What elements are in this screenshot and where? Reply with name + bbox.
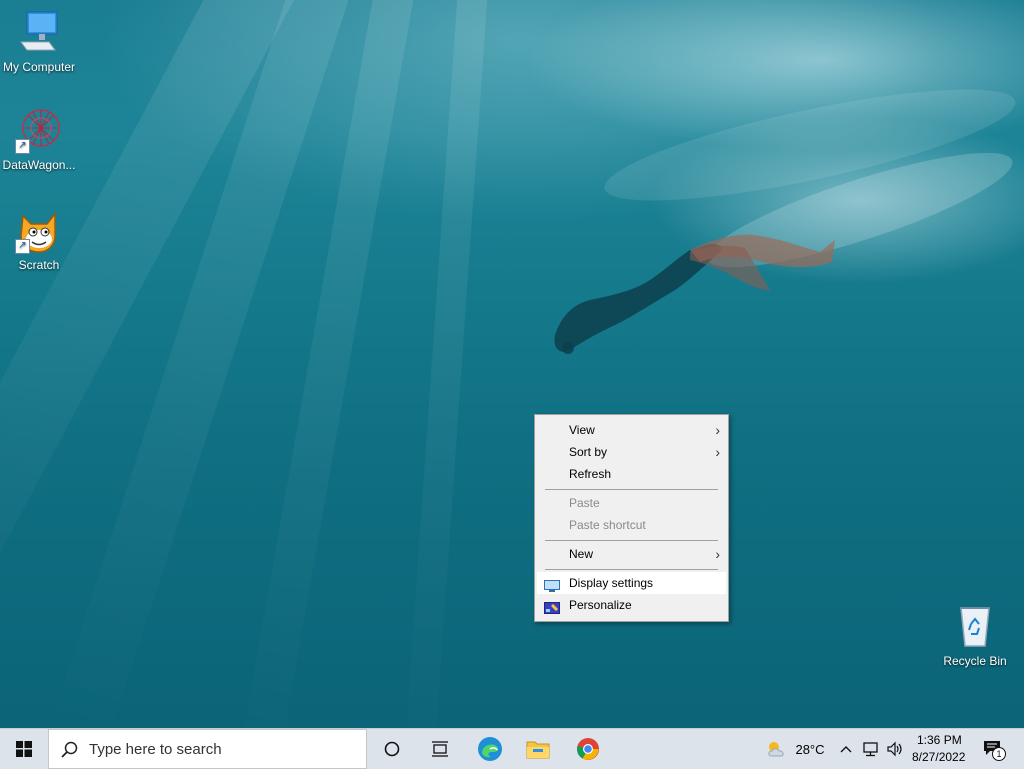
network-button[interactable]	[860, 729, 882, 769]
shortcut-arrow-icon: ↗	[15, 239, 30, 254]
submenu-arrow-icon: ›	[715, 444, 720, 460]
taskbar: Type here to search 28°C 1:36 PM 8/27/20…	[0, 728, 1024, 769]
menu-item-personalize[interactable]: Personalize	[537, 594, 726, 616]
action-center-button[interactable]: 1	[978, 729, 1008, 769]
taskbar-search-box[interactable]: Type here to search	[48, 729, 367, 769]
desktop-background[interactable]: My Computer ↗ DataWagon... ↗ Scratch Rec…	[0, 0, 1024, 728]
task-view-button[interactable]	[418, 729, 462, 769]
weather-temp: 28°C	[795, 741, 825, 757]
recycle-bin-icon	[951, 602, 999, 650]
menu-item-paste-shortcut: Paste shortcut	[537, 514, 726, 536]
menu-item-label: Refresh	[569, 467, 612, 481]
menu-item-label: Display settings	[569, 576, 654, 590]
taskbar-app-file-explorer[interactable]	[516, 729, 560, 769]
folder-icon	[526, 741, 550, 759]
desktop-icon-label: DataWagon...	[2, 158, 76, 172]
menu-item-sort-by[interactable]: Sort by ›	[537, 441, 726, 463]
task-view-icon	[432, 741, 448, 757]
speaker-icon	[887, 741, 902, 757]
menu-separator	[545, 569, 718, 570]
desktop-icon-my-computer[interactable]: My Computer	[0, 8, 78, 74]
start-button[interactable]	[0, 729, 48, 769]
menu-item-label: Paste shortcut	[569, 518, 646, 532]
menu-item-label: Personalize	[569, 598, 632, 612]
menu-item-label: Sort by	[569, 445, 608, 459]
menu-separator	[545, 489, 718, 490]
datawagon-icon: ↗	[15, 106, 63, 154]
chrome-icon	[577, 738, 599, 760]
taskbar-app-edge[interactable]	[468, 729, 512, 769]
desktop-icon-datawagon[interactable]: ↗ DataWagon...	[0, 106, 78, 172]
clock-button[interactable]: 1:36 PM 8/27/2022	[908, 729, 970, 769]
search-icon	[61, 741, 78, 758]
desktop-icon-scratch[interactable]: ↗ Scratch	[0, 206, 78, 272]
scratch-cat-icon: ↗	[15, 206, 63, 254]
network-icon	[863, 742, 878, 757]
menu-item-view[interactable]: View ›	[537, 419, 726, 441]
desktop-icon-recycle-bin[interactable]: Recycle Bin	[936, 602, 1014, 668]
desktop-icon-label: Recycle Bin	[943, 654, 1007, 668]
search-placeholder: Type here to search	[89, 741, 222, 758]
taskbar-app-chrome[interactable]	[566, 729, 610, 769]
volume-button[interactable]	[884, 729, 906, 769]
desktop-icon-label: Scratch	[18, 258, 60, 272]
submenu-arrow-icon: ›	[715, 546, 720, 562]
display-icon	[544, 577, 560, 592]
menu-item-label: New	[569, 547, 594, 561]
clock-time: 1:36 PM	[917, 733, 962, 747]
notification-count-badge: 1	[992, 747, 1006, 761]
weather-widget[interactable]: 28°C	[760, 729, 830, 769]
menu-item-label: Paste	[569, 496, 600, 510]
submenu-arrow-icon: ›	[715, 422, 720, 438]
menu-item-paste: Paste	[537, 492, 726, 514]
cortana-circle-icon	[384, 741, 400, 757]
menu-item-refresh[interactable]: Refresh	[537, 463, 726, 485]
menu-item-display-settings[interactable]: Display settings	[537, 572, 726, 594]
menu-separator	[545, 540, 718, 541]
light-ray	[402, 0, 490, 728]
shortcut-arrow-icon: ↗	[15, 139, 30, 154]
clock-date: 8/27/2022	[912, 750, 966, 764]
chevron-up-icon	[840, 746, 852, 753]
personalize-icon	[544, 599, 560, 614]
edge-browser-icon	[478, 737, 502, 761]
windows-logo-icon	[16, 741, 32, 757]
partly-sunny-icon	[768, 742, 785, 757]
desktop-icon-label: My Computer	[2, 60, 76, 74]
menu-item-new[interactable]: New ›	[537, 543, 726, 565]
diver-silhouette	[554, 234, 835, 354]
computer-icon	[15, 8, 63, 56]
menu-item-label: View	[569, 423, 595, 437]
show-hidden-icons-button[interactable]	[838, 729, 854, 769]
cortana-button[interactable]	[372, 729, 412, 769]
desktop-context-menu: View › Sort by › Refresh Paste Paste sho…	[534, 414, 729, 622]
